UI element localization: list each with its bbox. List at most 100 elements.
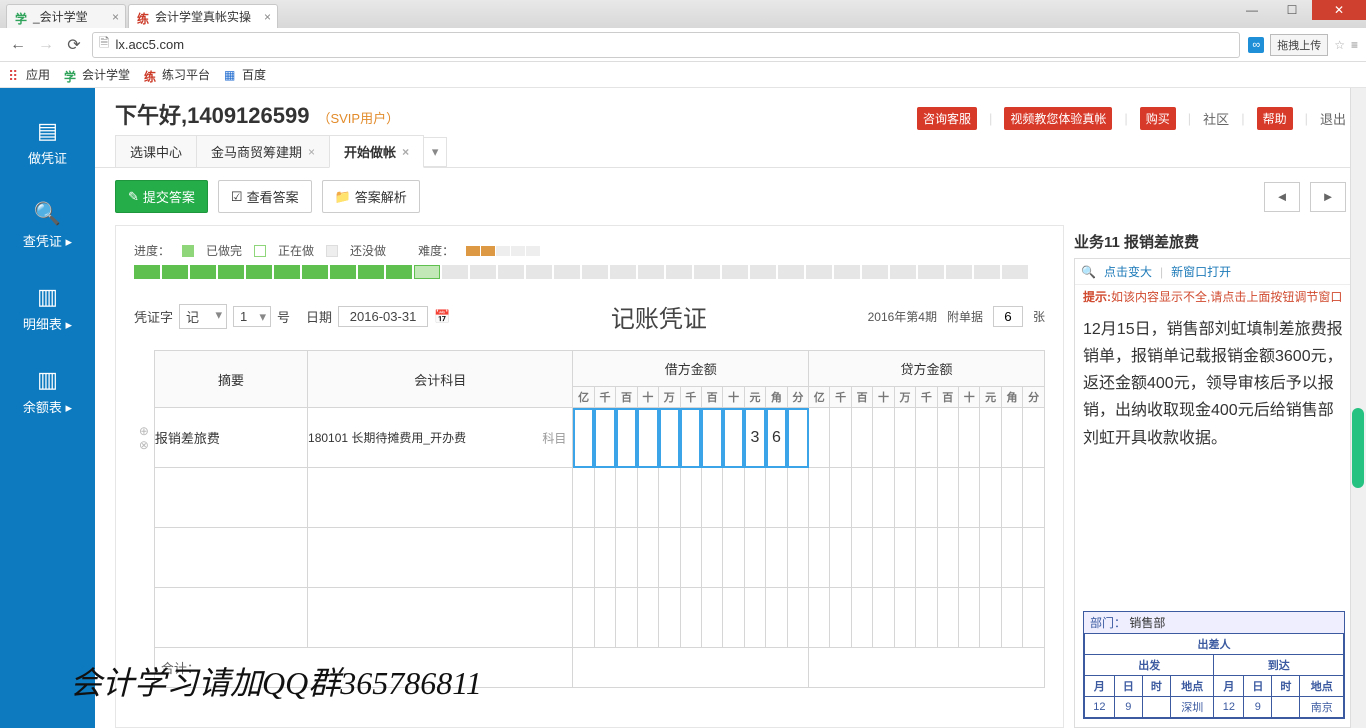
progress-cell[interactable] xyxy=(134,265,160,279)
progress-cell[interactable] xyxy=(302,265,328,279)
debit-digit-cell[interactable] xyxy=(701,408,722,468)
extension-icon[interactable]: ∞ xyxy=(1248,37,1264,53)
debit-digit-cell[interactable] xyxy=(659,528,680,588)
credit-digit-cell[interactable] xyxy=(851,468,872,528)
debit-digit-cell[interactable] xyxy=(723,408,744,468)
help-button[interactable]: 帮助 xyxy=(1257,107,1293,130)
credit-digit-cell[interactable] xyxy=(1001,468,1022,528)
progress-cell[interactable] xyxy=(638,265,664,279)
credit-digit-cell[interactable] xyxy=(916,408,937,468)
credit-digit-cell[interactable] xyxy=(1001,408,1022,468)
subject-cell[interactable] xyxy=(308,588,573,648)
debit-digit-cell[interactable] xyxy=(659,408,680,468)
debit-digit-cell[interactable] xyxy=(659,468,680,528)
debit-digit-cell[interactable] xyxy=(723,468,744,528)
credit-digit-cell[interactable] xyxy=(1001,588,1022,648)
credit-digit-cell[interactable] xyxy=(894,408,915,468)
progress-cell[interactable] xyxy=(246,265,272,279)
credit-digit-cell[interactable] xyxy=(937,408,958,468)
credit-digit-cell[interactable] xyxy=(809,588,830,648)
credit-digit-cell[interactable] xyxy=(980,588,1001,648)
debit-digit-cell[interactable] xyxy=(637,468,658,528)
debit-digit-cell[interactable] xyxy=(723,528,744,588)
credit-digit-cell[interactable] xyxy=(851,528,872,588)
subject-cell[interactable]: 180101 长期待摊费用_开办费科目 xyxy=(308,408,573,468)
credit-digit-cell[interactable] xyxy=(894,528,915,588)
bookmark-item[interactable]: 练 练习平台 xyxy=(144,66,210,83)
bookmark-item[interactable]: ▦ 百度 xyxy=(224,66,266,83)
progress-cell[interactable] xyxy=(778,265,804,279)
summary-cell[interactable] xyxy=(154,468,307,528)
credit-digit-cell[interactable] xyxy=(1023,528,1045,588)
credit-digit-cell[interactable] xyxy=(873,528,894,588)
progress-cell[interactable] xyxy=(442,265,468,279)
close-icon[interactable]: × xyxy=(112,10,119,24)
drag-upload-button[interactable]: 拖拽上传 xyxy=(1270,34,1328,56)
subject-cell[interactable] xyxy=(308,528,573,588)
attachment-count-input[interactable] xyxy=(993,306,1023,327)
summary-cell[interactable] xyxy=(154,588,307,648)
credit-digit-cell[interactable] xyxy=(873,588,894,648)
subject-link[interactable]: 科目 xyxy=(542,429,566,446)
debit-digit-cell[interactable] xyxy=(680,588,701,648)
credit-digit-cell[interactable] xyxy=(873,408,894,468)
buy-button[interactable]: 购买 xyxy=(1140,107,1176,130)
progress-cell[interactable] xyxy=(554,265,580,279)
debit-digit-cell[interactable] xyxy=(680,468,701,528)
remove-row-icon[interactable]: ⊗ xyxy=(134,438,154,452)
apps-button[interactable]: ⠿ 应用 xyxy=(8,66,50,83)
tab-dropdown[interactable]: ▾ xyxy=(423,137,447,167)
progress-cell[interactable] xyxy=(610,265,636,279)
date-input[interactable]: 2016-03-31 xyxy=(338,306,428,327)
forward-icon[interactable]: → xyxy=(36,36,56,54)
progress-cell[interactable] xyxy=(834,265,860,279)
progress-cell[interactable] xyxy=(386,265,412,279)
progress-cell[interactable] xyxy=(162,265,188,279)
close-icon[interactable]: × xyxy=(402,145,409,159)
progress-cell[interactable] xyxy=(806,265,832,279)
debit-digit-cell[interactable] xyxy=(680,408,701,468)
credit-digit-cell[interactable] xyxy=(830,408,851,468)
sidebar-item-search-voucher[interactable]: 🔍 查凭证 ▸ xyxy=(0,191,95,260)
debit-digit-cell[interactable] xyxy=(594,408,615,468)
browser-tab-1[interactable]: 学 _会计学堂 × xyxy=(6,4,126,28)
credit-digit-cell[interactable] xyxy=(894,588,915,648)
progress-cell[interactable] xyxy=(358,265,384,279)
debit-digit-cell[interactable] xyxy=(573,588,594,648)
credit-digit-cell[interactable] xyxy=(809,528,830,588)
debit-digit-cell[interactable] xyxy=(787,528,808,588)
consult-button[interactable]: 咨询客服 xyxy=(917,107,977,130)
debit-digit-cell[interactable] xyxy=(637,408,658,468)
close-button[interactable]: ✕ xyxy=(1312,0,1366,20)
debit-digit-cell[interactable] xyxy=(787,468,808,528)
debit-digit-cell[interactable] xyxy=(637,588,658,648)
credit-digit-cell[interactable] xyxy=(1023,408,1045,468)
debit-digit-cell[interactable] xyxy=(766,468,787,528)
browser-tab-2[interactable]: 练 会计学堂真帐实操 × xyxy=(128,4,278,28)
progress-cell[interactable] xyxy=(890,265,916,279)
close-icon[interactable]: × xyxy=(264,10,271,24)
logout-link[interactable]: 退出 xyxy=(1320,109,1346,128)
debit-digit-cell[interactable] xyxy=(616,408,637,468)
summary-cell[interactable]: 报销差旅费 xyxy=(154,408,307,468)
progress-cell[interactable] xyxy=(498,265,524,279)
debit-digit-cell[interactable] xyxy=(701,588,722,648)
progress-cell[interactable] xyxy=(470,265,496,279)
credit-digit-cell[interactable] xyxy=(980,468,1001,528)
progress-cell[interactable] xyxy=(722,265,748,279)
progress-cell[interactable] xyxy=(918,265,944,279)
debit-digit-cell[interactable] xyxy=(594,468,615,528)
submit-button[interactable]: ✎ 提交答案 xyxy=(115,180,208,213)
credit-digit-cell[interactable] xyxy=(851,408,872,468)
zoom-icon[interactable]: 🔍 xyxy=(1081,265,1096,279)
tab-start-accounting[interactable]: 开始做帐 × xyxy=(329,135,424,168)
credit-digit-cell[interactable] xyxy=(980,528,1001,588)
bookmark-item[interactable]: 学 会计学堂 xyxy=(64,66,130,83)
credit-digit-cell[interactable] xyxy=(809,408,830,468)
debit-digit-cell[interactable] xyxy=(723,588,744,648)
credit-digit-cell[interactable] xyxy=(809,468,830,528)
debit-digit-cell[interactable] xyxy=(659,588,680,648)
sidebar-item-balance[interactable]: ▥ 余额表 ▸ xyxy=(0,357,95,426)
credit-digit-cell[interactable] xyxy=(959,588,980,648)
progress-cell[interactable] xyxy=(526,265,552,279)
